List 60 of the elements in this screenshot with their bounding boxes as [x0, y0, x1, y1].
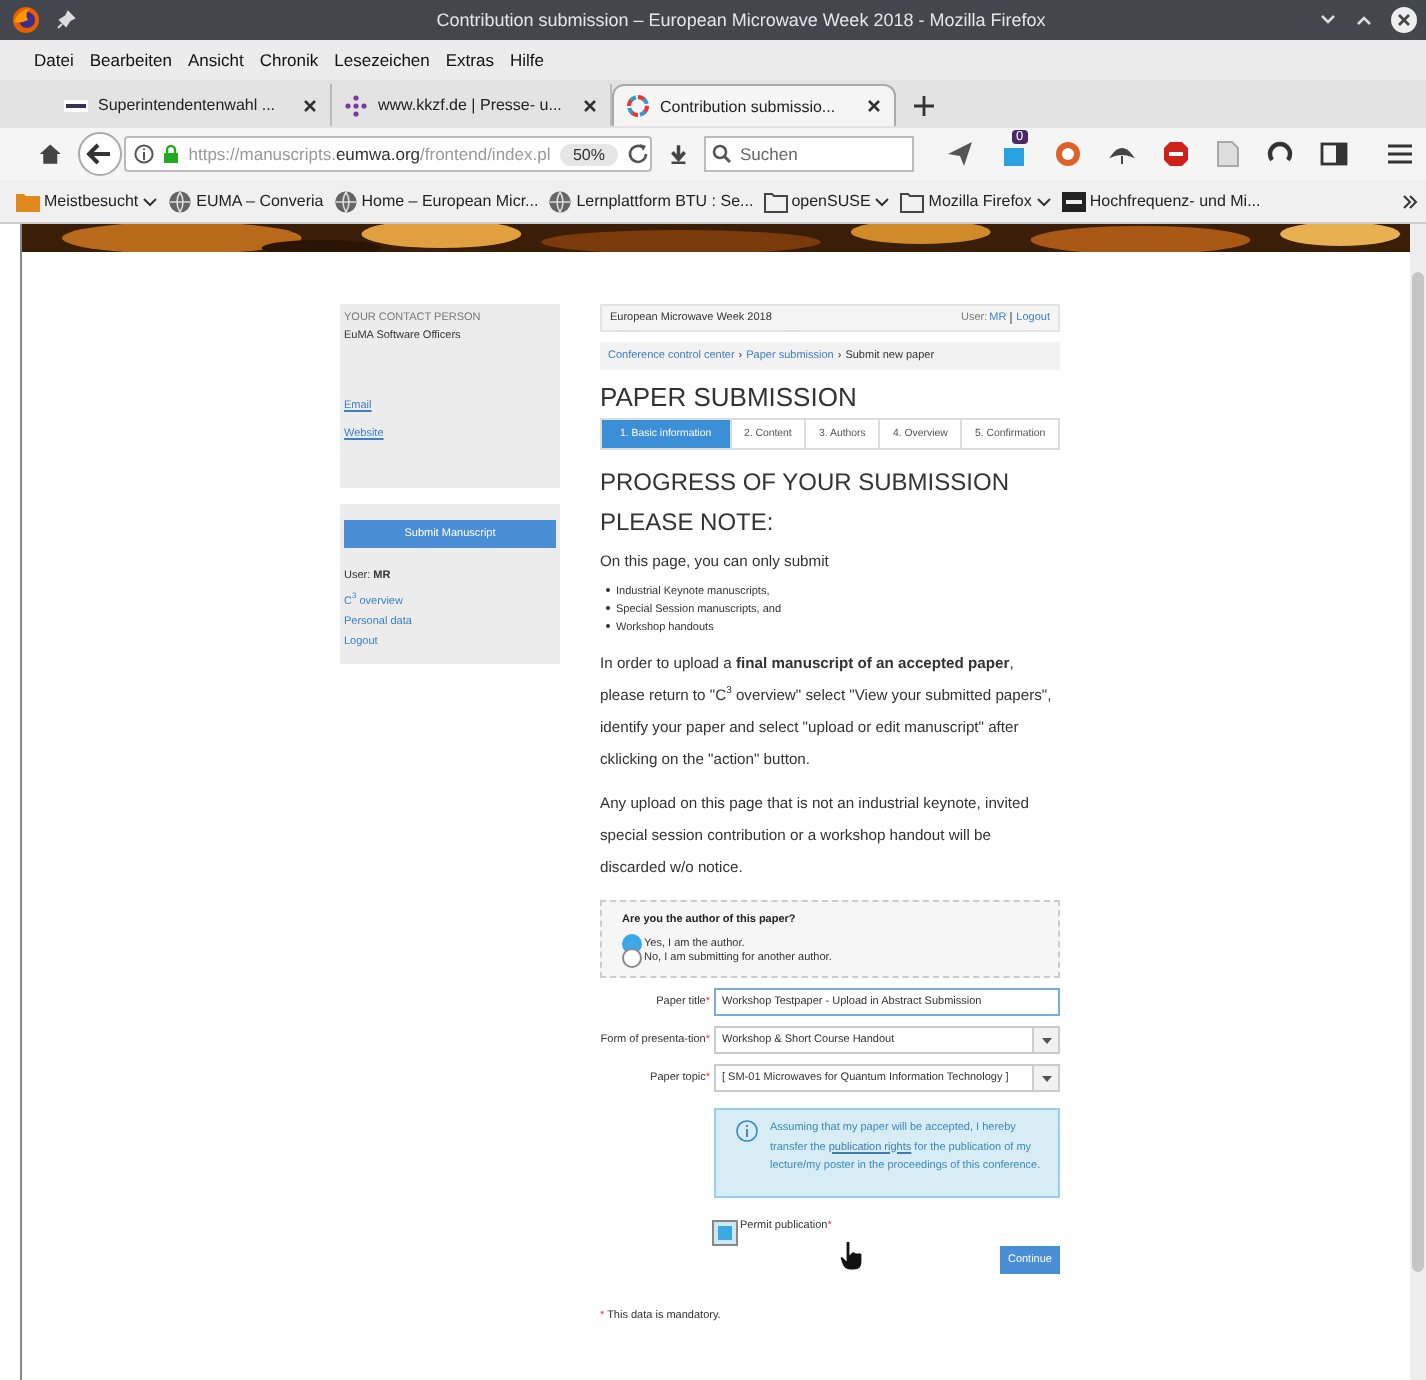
folder-icon: [900, 189, 925, 213]
checkbox[interactable]: [714, 1221, 736, 1243]
info-icon: [134, 144, 155, 164]
bookmark-item[interactable]: Mozilla Firefox: [900, 189, 1052, 213]
radio-button[interactable]: [622, 947, 642, 967]
browser-logo-icon: [12, 6, 40, 34]
address-bar[interactable]: https://manuscripts.eumwa.org/frontend/index.pl 50%: [124, 136, 651, 172]
bookmark-item[interactable]: openSUSE: [763, 189, 891, 213]
send-icon[interactable]: [946, 140, 974, 168]
menu-item[interactable]: Ansicht: [187, 50, 244, 70]
pin-icon[interactable]: [56, 10, 76, 30]
ad-block-icon[interactable]: [1162, 140, 1190, 168]
info-icon: [736, 1120, 758, 1142]
hand-cursor-icon: [837, 1239, 866, 1271]
home-icon[interactable]: [38, 140, 63, 168]
menu-item[interactable]: Bearbeiten: [89, 50, 172, 70]
menu-item[interactable]: Chronik: [259, 50, 319, 70]
site-logo-icon: [1061, 189, 1086, 213]
scrollbar[interactable]: [1410, 224, 1426, 1380]
globe-icon: [333, 189, 358, 213]
globe-icon: [548, 189, 573, 213]
dropdown-arrow-icon: [1041, 1075, 1051, 1081]
menu-item[interactable]: Hilfe: [509, 50, 544, 70]
menu-item[interactable]: Extras: [445, 50, 494, 70]
radio-button[interactable]: [622, 933, 642, 953]
folder-icon: [16, 189, 40, 213]
close-icon[interactable]: [866, 98, 882, 114]
folder-icon: [763, 189, 788, 213]
menu-item[interactable]: Lesezeichen: [334, 50, 430, 70]
section-heading: PLEASE NOTE:: [600, 506, 776, 540]
bookmark-item[interactable]: Home – European Micr...: [333, 189, 539, 213]
reload-icon[interactable]: [625, 142, 649, 166]
bookmark-item[interactable]: EUMA – Converia: [168, 189, 324, 213]
sidebar-icon[interactable]: [1320, 140, 1348, 168]
bookmark-item[interactable]: Hochfrequenz- und Mi...: [1061, 189, 1261, 213]
section-heading: PROGRESS OF YOUR SUBMISSION: [600, 466, 1011, 500]
browser-tab[interactable]: Superintendentenwahl ...: [52, 84, 332, 126]
url-text[interactable]: https://manuscripts.eumwa.org/frontend/index.pl: [188, 144, 553, 164]
new-tab-icon[interactable]: [912, 94, 936, 118]
window-title: Contribution submission – European Microwave Week 2018 - Mozilla Firefox: [434, 10, 1048, 30]
browser-tab[interactable]: Contribution submissio...: [612, 84, 896, 126]
lock-icon: [162, 144, 181, 164]
bookmark-item[interactable]: Meistbesucht: [16, 189, 159, 213]
page-title: PAPER SUBMISSION: [600, 382, 859, 412]
chevron-icon[interactable]: [1402, 193, 1418, 209]
search-field[interactable]: Suchen: [704, 136, 914, 172]
menu-icon[interactable]: [1386, 140, 1414, 168]
search-icon: [712, 144, 732, 164]
menu-item[interactable]: Datei: [34, 50, 74, 70]
close-icon[interactable]: [1390, 6, 1418, 34]
close-icon[interactable]: [302, 97, 318, 113]
close-icon[interactable]: [582, 97, 598, 113]
download-icon[interactable]: [667, 142, 688, 166]
bookmark-item[interactable]: Lernplattform BTU : Se...: [548, 189, 754, 213]
dropdown-arrow-icon: [1041, 1037, 1051, 1043]
globe-icon: [168, 189, 193, 213]
site-icon: [626, 94, 650, 118]
back-icon[interactable]: [78, 132, 123, 176]
site-icon: [344, 93, 368, 117]
zoom-level[interactable]: 50%: [560, 143, 617, 165]
